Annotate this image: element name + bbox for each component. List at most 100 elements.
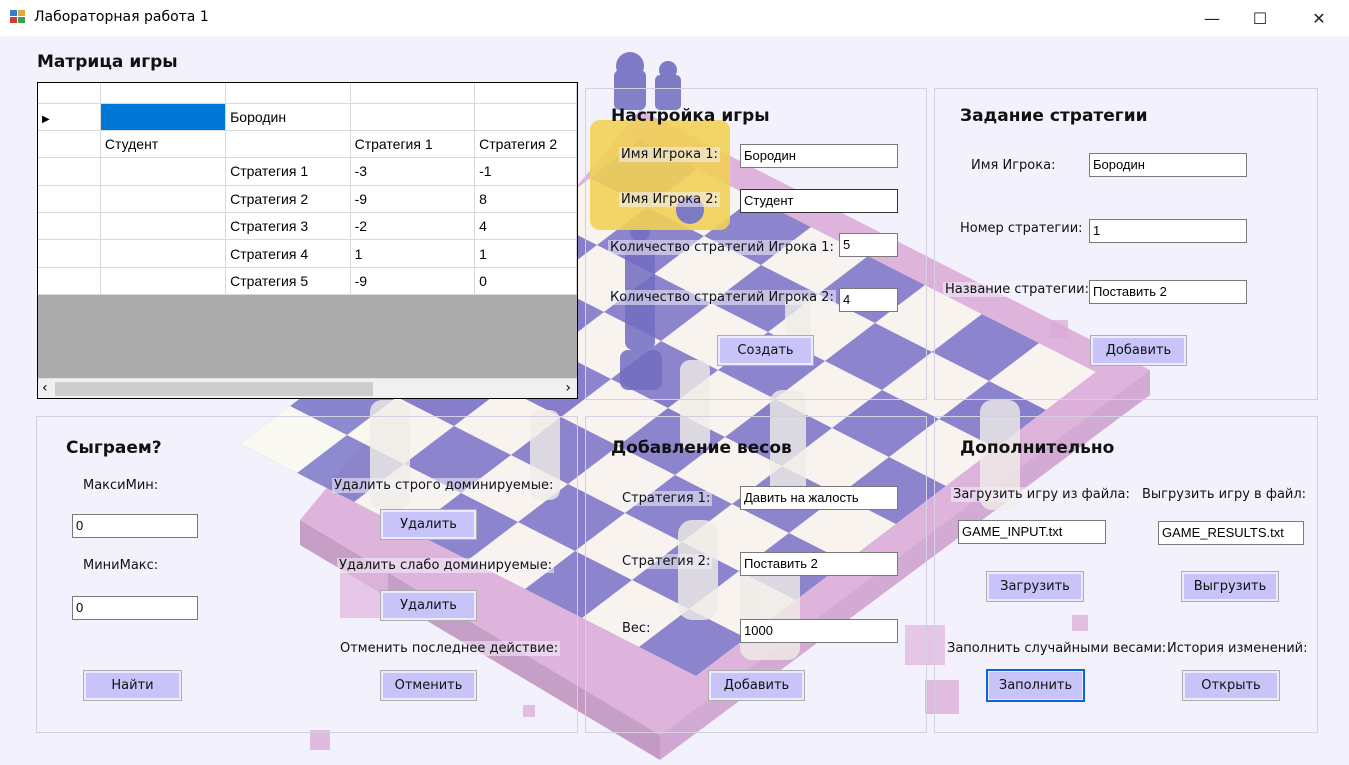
row-header-cell[interactable] (38, 267, 101, 296)
minimax-label: МиниМакс: (81, 558, 161, 573)
table-cell[interactable]: 1 (474, 239, 577, 268)
weight-label: Вес: (620, 621, 653, 636)
player1-name-input[interactable]: Бородин (740, 144, 898, 168)
undo-button[interactable]: Отменить (380, 670, 477, 701)
header-cell[interactable] (474, 83, 577, 104)
minimize-button[interactable]: — (1189, 0, 1235, 36)
add-weight-button[interactable]: Добавить (708, 670, 805, 701)
create-button[interactable]: Создать (717, 335, 814, 366)
load-file-input[interactable]: GAME_INPUT.txt (958, 520, 1106, 544)
fill-random-button[interactable]: Заполнить (986, 669, 1085, 702)
table-cell[interactable]: Стратегия 1 (350, 130, 476, 159)
table-cell-selected[interactable] (100, 103, 227, 131)
table-cell[interactable]: -2 (350, 212, 476, 241)
table-cell[interactable] (225, 130, 351, 159)
table-cell[interactable]: 0 (474, 267, 577, 296)
table-cell[interactable] (100, 157, 227, 186)
table-cell[interactable]: Стратегия 3 (225, 212, 351, 241)
header-cell[interactable] (225, 83, 351, 104)
count2-input[interactable]: 4 (839, 288, 898, 312)
weights-title: Добавление весов (611, 438, 792, 458)
row-header-cell[interactable] (38, 157, 101, 186)
weight-strategy2-input[interactable]: Поставить 2 (740, 552, 898, 576)
find-button[interactable]: Найти (83, 670, 182, 701)
window-title: Лабораторная работа 1 (34, 9, 209, 25)
table-row[interactable]: Стратегия 2 -9 8 (38, 185, 577, 214)
table-cell[interactable]: Стратегия 5 (225, 267, 351, 296)
load-file-label: Загрузить игру из файла: (951, 487, 1132, 502)
table-cell[interactable]: -9 (350, 267, 476, 296)
title-bar: Лабораторная работа 1 — ☐ ✕ (0, 0, 1349, 36)
maximize-icon: ☐ (1252, 8, 1268, 28)
count1-input[interactable]: 5 (839, 233, 898, 257)
count1-label: Количество стратегий Игрока 1: (608, 240, 836, 255)
minimax-output[interactable]: 0 (72, 596, 198, 620)
scroll-left-icon[interactable]: ‹ (42, 380, 48, 396)
table-row[interactable]: Стратегия 5 -9 0 (38, 267, 577, 296)
table-cell[interactable]: -1 (474, 157, 577, 186)
player1-label: Имя Игрока 1: (619, 147, 720, 162)
table-cell[interactable]: Бородин (225, 103, 351, 131)
table-cell[interactable] (350, 103, 476, 131)
setup-title: Настройка игры (611, 106, 770, 126)
horizontal-scrollbar[interactable]: ‹ › (38, 378, 577, 398)
strategy-name-label: Название стратегии: (943, 282, 1091, 297)
strategy-player-input[interactable]: Бородин (1089, 153, 1247, 177)
maximin-output[interactable]: 0 (72, 514, 198, 538)
strategy-name-input[interactable]: Поставить 2 (1089, 280, 1247, 304)
table-cell[interactable]: 1 (350, 239, 476, 268)
table-row[interactable]: Стратегия 3 -2 4 (38, 212, 577, 241)
table-row[interactable]: Стратегия 4 1 1 (38, 239, 577, 268)
table-cell[interactable] (100, 212, 227, 241)
table-cell[interactable]: Стратегия 2 (474, 130, 577, 159)
table-cell[interactable]: Стратегия 1 (225, 157, 351, 186)
weight-strategy1-label: Стратегия 1: (620, 491, 713, 506)
strategy-number-label: Номер стратегии: (958, 221, 1085, 236)
weight-strategy2-label: Стратегия 2: (620, 554, 713, 569)
load-button[interactable]: Загрузить (986, 571, 1084, 602)
row-header-cell[interactable] (38, 212, 101, 241)
scroll-right-icon[interactable]: › (565, 380, 571, 396)
app-icon (10, 10, 25, 23)
delete-strict-button[interactable]: Удалить (380, 509, 477, 540)
table-cell[interactable] (100, 185, 227, 214)
header-cell[interactable] (100, 83, 227, 104)
scrollbar-thumb[interactable] (55, 382, 373, 396)
close-button[interactable]: ✕ (1296, 0, 1342, 36)
open-history-button[interactable]: Открыть (1182, 670, 1280, 701)
table-cell[interactable]: Студент (100, 130, 227, 159)
row-header-cell (38, 83, 101, 104)
row-header-cell[interactable] (38, 185, 101, 214)
add-strategy-button[interactable]: Добавить (1090, 335, 1187, 366)
count2-label: Количество стратегий Игрока 2: (608, 290, 836, 305)
row-header-cell[interactable] (38, 239, 101, 268)
table-row[interactable]: Студент Стратегия 1 Стратегия 2 (38, 130, 577, 159)
maximize-button[interactable]: ☐ (1237, 0, 1283, 36)
header-cell[interactable] (350, 83, 476, 104)
table-cell[interactable]: 4 (474, 212, 577, 241)
minimize-icon: — (1204, 8, 1220, 28)
row-header-cell[interactable] (38, 130, 101, 159)
weight-strategy1-input[interactable]: Давить на жалость (740, 486, 898, 510)
save-button[interactable]: Выгрузить (1181, 571, 1279, 602)
table-row[interactable]: ▶ Бородин (38, 103, 577, 131)
table-cell[interactable]: Стратегия 4 (225, 239, 351, 268)
weight-input[interactable]: 1000 (740, 619, 898, 643)
player2-label: Имя Игрока 2: (619, 192, 720, 207)
table-cell[interactable]: Стратегия 2 (225, 185, 351, 214)
table-row[interactable]: Стратегия 1 -3 -1 (38, 157, 577, 186)
delete-weak-button[interactable]: Удалить (380, 590, 477, 621)
table-cell[interactable] (100, 239, 227, 268)
table-cell[interactable]: 8 (474, 185, 577, 214)
table-cell[interactable]: -3 (350, 157, 476, 186)
game-matrix-grid[interactable]: ▶ Бородин Студент Стратегия 1 Стратегия … (37, 82, 578, 399)
current-row-icon: ▶ (42, 113, 50, 125)
close-icon: ✕ (1312, 8, 1326, 28)
table-cell[interactable]: -9 (350, 185, 476, 214)
save-file-input[interactable]: GAME_RESULTS.txt (1158, 521, 1304, 545)
player2-name-input[interactable]: Студент (740, 189, 898, 213)
row-header-cell[interactable]: ▶ (38, 103, 101, 131)
table-cell[interactable] (100, 267, 227, 296)
strategy-number-input[interactable]: 1 (1089, 219, 1247, 243)
table-cell[interactable] (474, 103, 577, 131)
